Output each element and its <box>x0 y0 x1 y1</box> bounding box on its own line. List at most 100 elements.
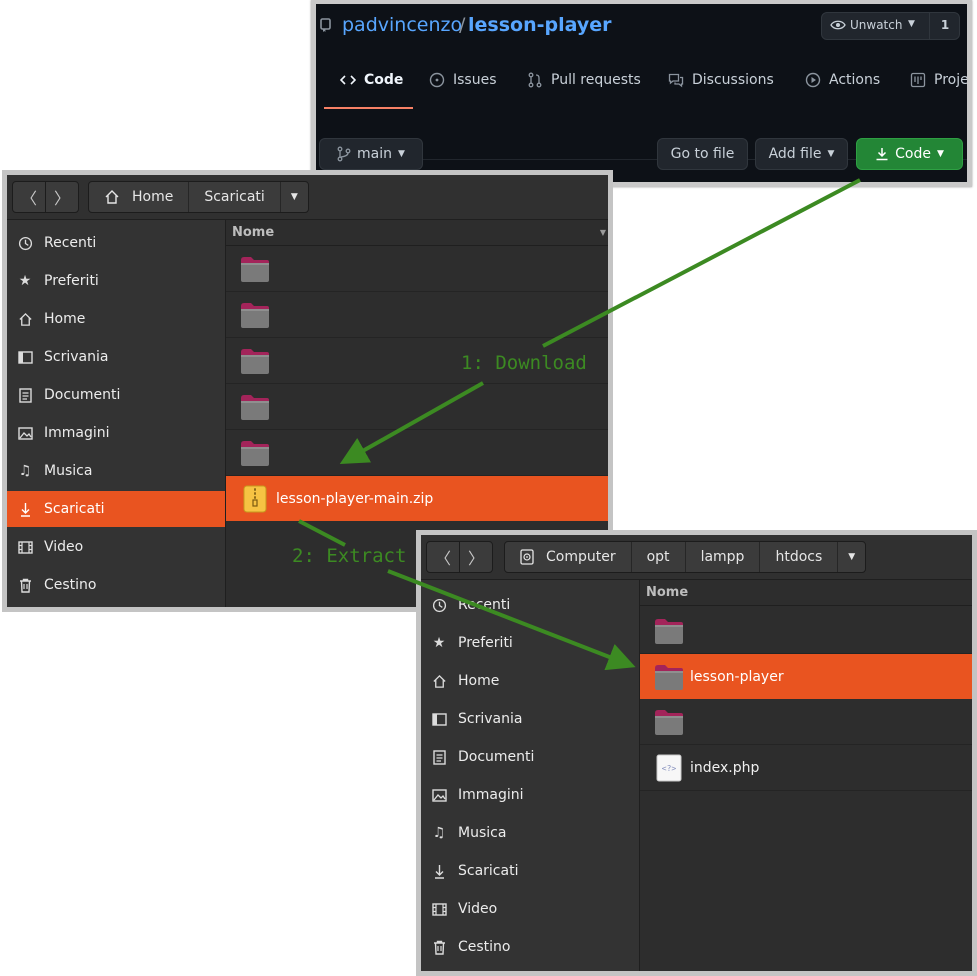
tab-pull-requests[interactable]: Pull requests <box>527 72 641 88</box>
caret-down-icon: ▼ <box>290 192 298 202</box>
breadcrumb: Home Scaricati ▼ <box>88 181 309 213</box>
crumb-lampp[interactable]: lampp <box>686 542 761 572</box>
annotation-step-download: 1: Download <box>461 352 587 374</box>
tab-actions-label: Actions <box>829 72 881 88</box>
tab-actions[interactable]: Actions <box>805 72 880 88</box>
file-row-index-php[interactable]: <?> index.php <box>640 746 972 791</box>
back-button[interactable]: 〈 <box>426 541 460 573</box>
sidebar-item-label: Cestino <box>458 939 511 955</box>
sidebar-item-label: Musica <box>44 463 93 479</box>
image-icon <box>431 787 447 803</box>
crumb-computer-label: Computer <box>546 549 616 565</box>
crumb-menu-button[interactable]: ▼ <box>281 182 308 212</box>
sidebar-item-scaricati[interactable]: Scaricati <box>7 491 225 527</box>
crumb-htdocs[interactable]: htdocs <box>760 542 839 572</box>
sidebar-item-cestino[interactable]: Cestino <box>7 567 225 603</box>
file-row[interactable] <box>226 385 608 430</box>
code-download-button[interactable]: Code ▼ <box>856 138 963 170</box>
sidebar-item-home[interactable]: Home <box>421 663 639 699</box>
file-row[interactable] <box>640 700 972 745</box>
caret-down-icon: ▼ <box>848 552 856 562</box>
sidebar-item-label: Video <box>458 901 498 917</box>
add-file-caret-icon: ▼ <box>827 149 835 159</box>
tab-code[interactable]: Code <box>340 72 403 88</box>
music-icon: ♫ <box>18 463 32 479</box>
sidebar-item-label: Recenti <box>44 235 97 251</box>
sidebar-item-home[interactable]: Home <box>7 301 225 337</box>
file-name: lesson-player <box>690 668 784 685</box>
sidebar-item-label: Cestino <box>44 577 97 593</box>
code-caret-icon: ▼ <box>936 149 944 159</box>
sort-caret-icon: ▼ <box>599 228 606 237</box>
sidebar-item-label: Documenti <box>44 387 121 403</box>
file-row[interactable] <box>226 431 608 476</box>
file-manager-htdocs: 〈 〉 Computer opt lampp htdocs ▼ Recenti … <box>416 530 977 976</box>
chevron-left-icon: 〈 <box>434 549 451 568</box>
sidebar-item-label: Immagini <box>458 787 524 803</box>
sidebar-item-recenti[interactable]: Recenti <box>7 225 225 261</box>
issue-icon <box>429 72 445 88</box>
sidebar-item-musica[interactable]: ♫ Musica <box>7 453 225 489</box>
forward-button[interactable]: 〉 <box>45 181 79 213</box>
repo-owner-link[interactable]: padvincenzo <box>342 14 462 36</box>
back-button[interactable]: 〈 <box>12 181 46 213</box>
tab-discussions[interactable]: Discussions <box>668 72 774 88</box>
sidebar-item-scrivania[interactable]: Scrivania <box>7 339 225 375</box>
crumb-menu-button[interactable]: ▼ <box>838 542 865 572</box>
crumb-home-label: Home <box>132 189 174 205</box>
file-row[interactable] <box>640 609 972 654</box>
sidebar-item-preferiti[interactable]: ★ Preferiti <box>7 263 225 299</box>
forward-button[interactable]: 〉 <box>459 541 493 573</box>
sidebar-item-label: Scaricati <box>458 863 519 879</box>
sidebar-item-label: Preferiti <box>44 273 99 289</box>
crumb-opt[interactable]: opt <box>632 542 686 572</box>
sidebar-item-scaricati[interactable]: Scaricati <box>421 853 639 889</box>
branch-select-button[interactable]: main ▼ <box>319 138 423 170</box>
crumb-scaricati-label: Scaricati <box>204 189 265 205</box>
chevron-right-icon: 〉 <box>467 549 484 568</box>
branch-icon <box>337 146 351 162</box>
column-header-name[interactable]: Nome <box>640 580 972 606</box>
crumb-computer[interactable]: Computer <box>505 542 632 572</box>
sidebar-item-preferiti[interactable]: ★ Preferiti <box>421 625 639 661</box>
file-row-zip[interactable]: lesson-player-main.zip <box>226 476 608 521</box>
sidebar-item-immagini[interactable]: Immagini <box>7 415 225 451</box>
folder-icon <box>241 349 269 374</box>
watch-button[interactable]: Unwatch ▼ 1 <box>821 12 960 40</box>
zip-icon <box>243 485 267 512</box>
sidebar-item-label: Home <box>44 311 86 327</box>
sidebar-item-immagini[interactable]: Immagini <box>421 777 639 813</box>
watch-count[interactable]: 1 <box>930 18 960 32</box>
crumb-lampp-label: lampp <box>700 549 745 565</box>
sidebar-item-cestino[interactable]: Cestino <box>421 929 639 965</box>
crumb-home[interactable]: Home <box>89 182 190 212</box>
repo-path-separator: / <box>459 14 466 36</box>
folder-icon <box>241 441 269 466</box>
column-header-name[interactable]: Nome ▼ <box>226 220 608 246</box>
folder-icon <box>655 664 683 690</box>
file-row[interactable] <box>226 293 608 338</box>
folder-icon <box>241 257 269 282</box>
sidebar-item-label: Scaricati <box>44 501 105 517</box>
file-row-lesson-player[interactable]: lesson-player <box>640 654 972 699</box>
add-file-button[interactable]: Add file ▼ <box>755 138 848 170</box>
sidebar-item-scrivania[interactable]: Scrivania <box>421 701 639 737</box>
places-sidebar: Recenti ★ Preferiti Home Scrivania Docume… <box>7 220 226 607</box>
tab-projects[interactable]: Projects <box>910 72 967 88</box>
sidebar-item-video[interactable]: Video <box>421 891 639 927</box>
sidebar-item-label: Recenti <box>458 597 511 613</box>
repo-name-link[interactable]: lesson-player <box>468 14 611 36</box>
crumb-scaricati[interactable]: Scaricati <box>189 182 281 212</box>
pull-request-icon <box>528 72 542 88</box>
sidebar-item-documenti[interactable]: Documenti <box>421 739 639 775</box>
sidebar-item-label: Video <box>44 539 84 555</box>
go-to-file-label: Go to file <box>670 146 735 162</box>
sidebar-item-video[interactable]: Video <box>7 529 225 565</box>
sidebar-item-recenti[interactable]: Recenti <box>421 587 639 623</box>
watch-caret-icon: ▼ <box>908 19 915 29</box>
sidebar-item-documenti[interactable]: Documenti <box>7 377 225 413</box>
tab-issues[interactable]: Issues <box>429 72 497 88</box>
file-row[interactable] <box>226 247 608 292</box>
go-to-file-button[interactable]: Go to file <box>657 138 748 170</box>
sidebar-item-musica[interactable]: ♫ Musica <box>421 815 639 851</box>
